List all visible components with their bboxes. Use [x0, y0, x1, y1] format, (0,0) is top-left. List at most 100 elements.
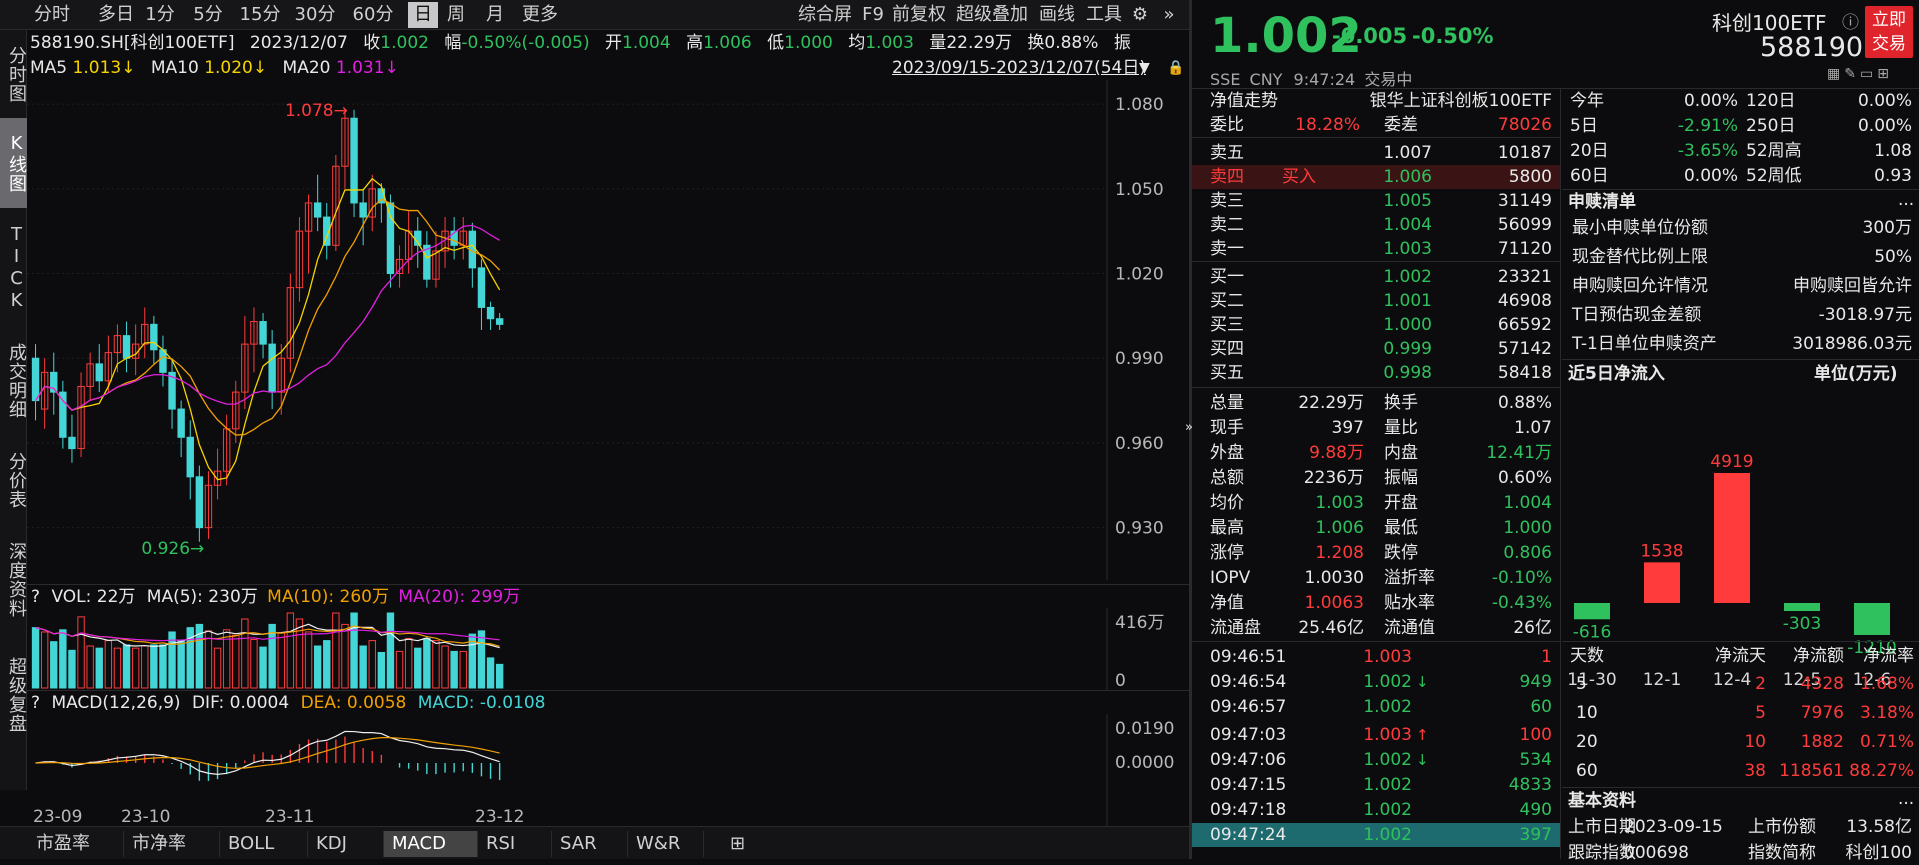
trade-button[interactable]: 立即交易	[1865, 6, 1913, 58]
tick-row[interactable]: 09:47:06 1.002 534 ↓	[1192, 748, 1560, 772]
tick-row[interactable]: 09:46:57 1.002 60	[1192, 695, 1560, 719]
period-tab-7[interactable]: 日	[408, 2, 438, 28]
macd-chart[interactable]: 0.0190 0.0000 23-09 23-10 23-11 23-12	[27, 714, 1189, 826]
period-tab-8[interactable]: 周	[438, 2, 474, 28]
indicator-tab-2[interactable]: BOLL	[220, 831, 308, 857]
stat-value: -0.10%	[1491, 568, 1552, 588]
expand-icon[interactable]: »	[1158, 2, 1180, 28]
vnav-item-5[interactable]: 深度资料	[0, 528, 27, 632]
flow-unit: 单位(万元)	[1814, 364, 1898, 384]
ask-row[interactable]: 卖五 1.007 10187	[1192, 141, 1560, 165]
indicator-tab-3[interactable]: KDJ	[308, 831, 384, 857]
tick-row[interactable]: 09:47:03 1.003 100 ↑	[1192, 723, 1560, 747]
period-tab-6[interactable]: 60分	[348, 2, 398, 28]
help-icon[interactable]: ?	[31, 693, 40, 713]
ask-row[interactable]: 卖四 1.006 5800 买入	[1192, 165, 1560, 189]
macd-value: MACD: -0.0108	[417, 693, 546, 713]
ask-row[interactable]: 卖一 1.003 71120	[1192, 237, 1560, 261]
stat-row[interactable]: 最高 1.006 最低 1.000	[1192, 516, 1560, 540]
add-indicator-icon[interactable]: ⊞	[722, 831, 752, 857]
volume-bar	[268, 623, 276, 689]
vnav-item-4[interactable]: 分价表	[0, 440, 27, 520]
period-tab-2[interactable]: 1分	[140, 2, 180, 28]
tick-row[interactable]: 09:47:15 1.002 4833	[1192, 773, 1560, 797]
tick-volume: 100	[1519, 725, 1552, 745]
nav-trend-label[interactable]: 净值走势	[1210, 89, 1278, 113]
period-tab-9[interactable]: 月	[478, 2, 512, 28]
toolbar-right-4[interactable]: 画线	[1036, 2, 1078, 28]
stat-row[interactable]: 涨停 1.208 跌停 0.806	[1192, 541, 1560, 565]
panel-tool-icons[interactable]: ▦✎▭⊞	[1827, 66, 1893, 82]
bid-volume: 46908	[1497, 291, 1552, 311]
order-ratio-row[interactable]: 委比 18.28% 委差 78026	[1192, 113, 1560, 137]
vnav-item-6[interactable]: 超级复盘	[0, 640, 27, 750]
toolbar-right-5[interactable]: 工具	[1082, 2, 1126, 28]
bid-row[interactable]: 买四 0.999 57142	[1192, 337, 1560, 361]
volume-bar	[477, 630, 486, 689]
toolbar-right-0[interactable]: 综合屏	[795, 2, 855, 28]
stat-row[interactable]: 总量 22.29万 换手 0.88%	[1192, 391, 1560, 415]
ask-price: 1.004	[1383, 215, 1432, 235]
bid-row[interactable]: 买五 0.998 58418	[1192, 361, 1560, 385]
stat-row[interactable]: 均价 1.003 开盘 1.004	[1192, 491, 1560, 515]
lock-icon[interactable]: 🔒	[1167, 56, 1184, 80]
period-tab-5[interactable]: 30分	[290, 2, 340, 28]
period-tab-4[interactable]: 15分	[236, 2, 284, 28]
toolbar-right-2[interactable]: 前复权	[890, 2, 948, 28]
tick-row[interactable]: 09:47:24 1.002 397	[1192, 823, 1560, 847]
macd-y-tick: 0.0000	[1115, 753, 1174, 773]
stat-row[interactable]: 净值 1.0063 贴水率 -0.43%	[1192, 591, 1560, 615]
inflow-label: 1538	[1640, 541, 1683, 561]
plus-icon[interactable]: ⊞	[1877, 66, 1893, 82]
flow-table-header: 天数	[1570, 646, 1604, 666]
indicator-tab-0[interactable]: 市盈率	[28, 831, 124, 857]
tick-row[interactable]: 09:47:18 1.002 490	[1192, 798, 1560, 822]
period-tab-10[interactable]: 更多	[516, 2, 564, 28]
vnav-item-2[interactable]: TICK	[0, 216, 27, 320]
more-icon[interactable]: ...	[1898, 787, 1914, 811]
tick-row[interactable]: 09:46:51 1.003 1	[1192, 645, 1560, 669]
help-icon[interactable]: ?	[31, 587, 40, 607]
tick-row[interactable]: 09:46:54 1.002 949 ↓	[1192, 670, 1560, 694]
period-tab-0[interactable]: 分时	[28, 2, 76, 28]
indicator-tab-6[interactable]: SAR	[552, 831, 628, 857]
vol-label: 量	[929, 33, 947, 53]
volume-bar	[332, 612, 340, 689]
vnav-item-0[interactable]: 分时图	[0, 36, 27, 112]
vnav-item-3[interactable]: 成交明细	[0, 330, 27, 432]
stat-row[interactable]: 总额 2236万 振幅 0.60%	[1192, 466, 1560, 490]
kline-chart[interactable]: 1.080 1.050 1.020 0.990 0.960 0.930 1.078→ 0.92…	[27, 80, 1189, 590]
bid-row[interactable]: 买三 1.000 66592	[1192, 313, 1560, 337]
period-tab-1[interactable]: 多日	[92, 2, 140, 28]
bid-row[interactable]: 买二 1.001 46908	[1192, 289, 1560, 313]
layout-icon[interactable]: ▦	[1827, 66, 1844, 82]
period-tab-3[interactable]: 5分	[188, 2, 228, 28]
indicator-tab-4[interactable]: MACD	[384, 831, 478, 857]
indicator-tab-7[interactable]: W&R	[628, 831, 704, 857]
vnav-item-1[interactable]: K线图	[0, 118, 27, 208]
ask-row[interactable]: 卖二 1.004 56099	[1192, 213, 1560, 237]
stat-row[interactable]: 外盘 9.88万 内盘 12.41万	[1192, 441, 1560, 465]
indicator-tab-5[interactable]: RSI	[478, 831, 552, 857]
more-icon[interactable]: ...	[1898, 188, 1914, 212]
range-dropdown-icon[interactable]: ▼	[1139, 56, 1150, 80]
stat-value: 1.000	[1503, 518, 1552, 538]
basic-value: 000698	[1624, 843, 1689, 863]
edit-icon[interactable]: ✎	[1844, 66, 1860, 82]
date-range[interactable]: 2023/09/15-2023/12/07(54日)	[892, 56, 1146, 80]
volume-chart[interactable]: 416万 0	[27, 608, 1189, 690]
stat-label: 换手	[1384, 393, 1418, 413]
minus-icon[interactable]: ▭	[1860, 66, 1877, 82]
bid-row[interactable]: 买一 1.002 23321	[1192, 265, 1560, 289]
toolbar-right-3[interactable]: 超级叠加	[952, 2, 1032, 28]
flow-table-cell: 20	[1576, 732, 1598, 752]
ask-row[interactable]: 卖三 1.005 31149	[1192, 189, 1560, 213]
stat-row[interactable]: 现手 397 量比 1.07	[1192, 416, 1560, 440]
stat-row[interactable]: 流通盘 25.46亿 流通值 26亿	[1192, 616, 1560, 640]
settings-icon[interactable]: ⚙	[1128, 2, 1152, 28]
stat-row[interactable]: IOPV 1.0030 溢折率 -0.10%	[1192, 566, 1560, 590]
info-icon[interactable]: ⓘ	[1842, 8, 1859, 33]
indicator-tab-1[interactable]: 市净率	[124, 831, 220, 857]
wc-value: 78026	[1497, 115, 1552, 135]
toolbar-right-1[interactable]: F9	[860, 2, 886, 28]
